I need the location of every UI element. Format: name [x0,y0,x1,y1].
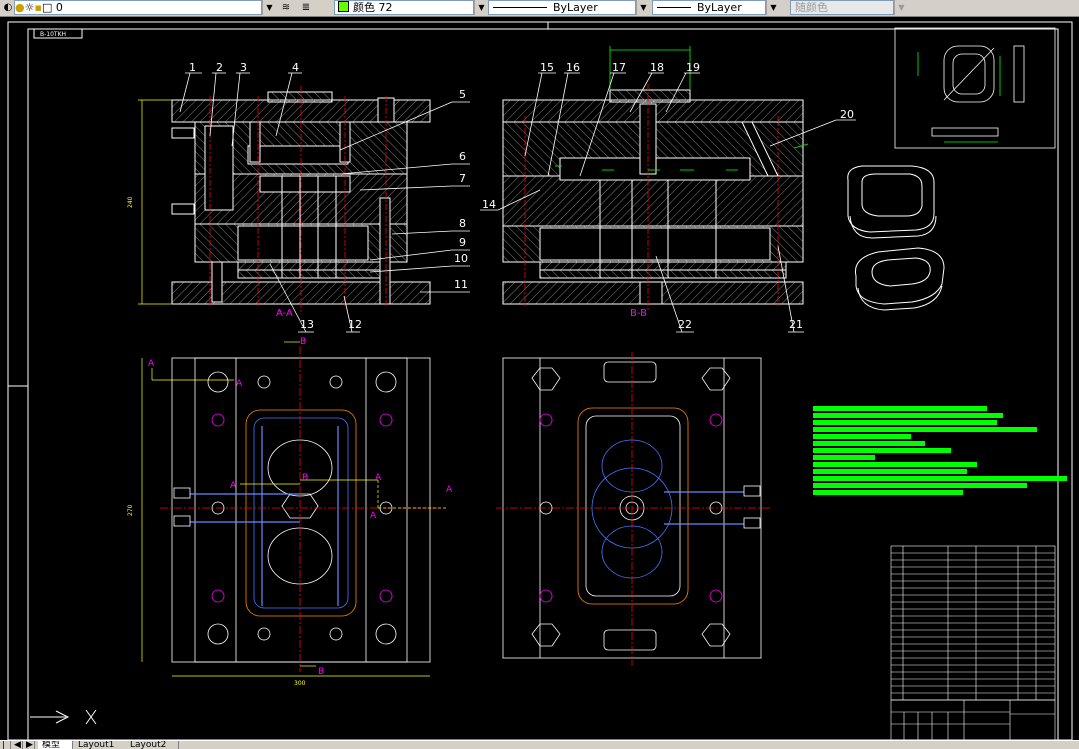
fixed-half-plan-view [496,352,770,666]
bill-of-materials-table [890,545,1056,701]
cut-label-a-5: A [446,485,453,495]
balloon-17: 17 [612,61,626,74]
balloon-15: 15 [540,61,554,74]
layer-color-icon: □ [41,1,53,14]
balloon-2: 2 [216,61,223,74]
section-a-a-view: 240 A-A [127,86,431,319]
balloon-10: 10 [454,252,468,265]
section-label-b-b: B-B [630,308,647,319]
layer-dropdown-arrow[interactable]: ▼ [262,0,276,15]
section-b-b-view: B-B [502,46,809,319]
plotstyle-label: 随颜色 [795,1,828,14]
plotstyle-dropdown-arrow[interactable]: ▼ [894,0,908,15]
moving-half-plan-view: 270 300 [127,341,448,687]
sun-icon: ☼ [24,1,35,14]
linetype-sample-icon [493,7,547,8]
ucs-icon [30,709,97,725]
cut-label-a-4: A [370,511,377,521]
color-swatch-icon [338,1,349,12]
color-dropdown[interactable]: 颜色 72 [334,0,474,15]
linetype-dropdown[interactable]: ByLayer [488,0,636,15]
cut-label-a-6: A [230,481,237,491]
cut-label-a-3: A [375,473,382,483]
lock-icon: ▪ [34,1,42,14]
section-label-a-a: A-A [276,308,293,319]
lineweight-sample-icon [657,7,691,8]
cut-label-b-1: B [300,337,306,347]
balloon-16: 16 [566,61,580,74]
cut-label-b-2: B [318,667,324,677]
balloon-20: 20 [840,108,854,121]
cut-label-a-1: A [148,359,155,369]
layer-dropdown[interactable]: ●☼▪□ 0 [14,0,262,15]
make-current-layer-icon[interactable]: ≋ [278,0,294,15]
lineweight-label: ByLayer [697,1,742,14]
technical-notes [813,406,1067,495]
dim-height-plan: 270 [127,504,134,516]
drawing-canvas[interactable]: B-10TKH 240 A-A B-B 1 2 3 4 5 6 7 8 9 10… [0,16,1079,740]
layer-previous-icon[interactable]: ≣ [298,0,314,15]
linetype-label: ByLayer [553,1,598,14]
balloon-11: 11 [454,278,468,291]
balloon-18: 18 [650,61,664,74]
lineweight-dropdown-arrow[interactable]: ▼ [766,0,780,15]
balloon-1: 1 [189,61,196,74]
cut-label-b-3: B [302,473,308,483]
color-dropdown-arrow[interactable]: ▼ [474,0,488,15]
layer-name: 0 [55,1,63,14]
balloon-8: 8 [459,217,466,230]
dim-height-left: 240 [127,196,134,208]
linetype-dropdown-arrow[interactable]: ▼ [636,0,650,15]
balloon-4: 4 [292,61,299,74]
properties-toolbar: ◐ ●☼▪□ 0 ▼ ≋ ≣ 颜色 72 ▼ ByLayer ▼ ByLayer… [0,0,1079,17]
balloon-19: 19 [686,61,700,74]
lineweight-dropdown[interactable]: ByLayer [652,0,766,15]
balloon-12: 12 [348,318,362,331]
part-detail-view [894,27,1056,149]
lightbulb-icon: ● [15,1,25,14]
cut-label-a-2: A [236,379,243,389]
balloon-5: 5 [459,88,466,101]
dim-width-plan: 300 [294,680,306,687]
balloon-14: 14 [482,198,496,211]
title-block [890,699,1056,740]
title-tag: B-10TKH [40,31,66,38]
balloon-7: 7 [459,172,466,185]
plotstyle-dropdown[interactable]: 随颜色 [790,0,894,15]
balloon-22: 22 [678,318,692,331]
balloon-9: 9 [459,236,466,249]
balloon-13: 13 [300,318,314,331]
balloon-3: 3 [240,61,247,74]
balloon-6: 6 [459,150,466,163]
balloon-21: 21 [789,318,803,331]
isometric-part-views [847,165,945,311]
color-label: 颜色 72 [353,1,393,14]
